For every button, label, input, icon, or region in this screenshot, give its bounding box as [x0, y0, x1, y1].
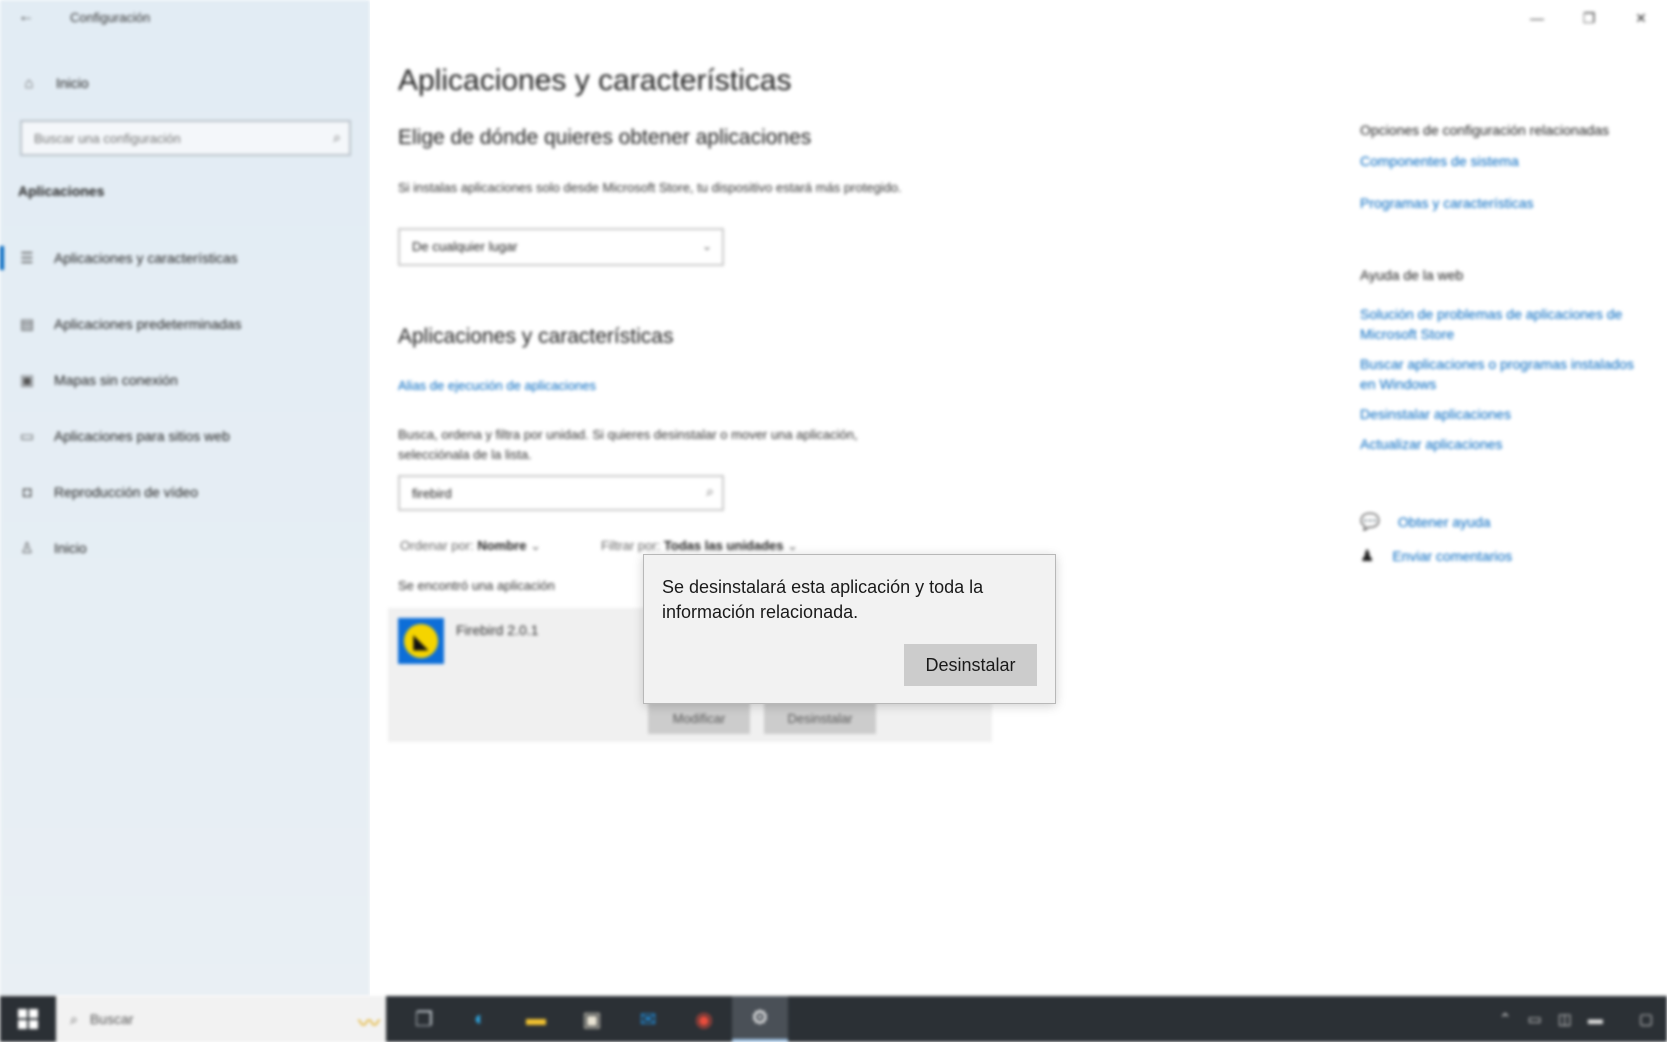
app-search-box[interactable]: ⌕	[398, 475, 724, 511]
app-search-input[interactable]	[400, 477, 680, 509]
app-source-value: De cualquier lugar	[412, 239, 518, 254]
sidebar-item-default-apps[interactable]: ▤ Aplicaciones predeterminadas	[0, 296, 370, 352]
taskbar-search-box[interactable]: ⌕ Buscar 〰	[56, 996, 386, 1042]
default-apps-icon: ▤	[19, 316, 35, 333]
video-icon: ◘	[22, 483, 32, 501]
chevron-down-icon: ⌄	[701, 239, 712, 253]
system-tray: ⌃ ▭ ◫ ▬ ▢	[1499, 996, 1667, 1042]
help-link-update[interactable]: Actualizar aplicaciones	[1360, 434, 1650, 454]
help-link-uninstall[interactable]: Desinstalar aplicaciones	[1360, 404, 1650, 424]
filter-dropdown[interactable]: Filtrar por: Todas las unidades ⌄	[601, 538, 798, 554]
send-feedback-link[interactable]: Enviar comentarios	[1392, 546, 1512, 566]
sidebar-item-label: Aplicaciones para sitios web	[54, 428, 230, 444]
app-name: Firebird 2.0.1	[456, 622, 539, 638]
close-button[interactable]: ✕	[1615, 0, 1667, 36]
mail-icon[interactable]: ✉	[620, 996, 676, 1042]
sidebar-item-label: Mapas sin conexión	[54, 372, 178, 388]
sort-filter-row: Ordenar por: Nombre ⌄ Filtrar por: Todas…	[400, 538, 798, 554]
settings-icon[interactable]: ⚙	[732, 996, 788, 1042]
firebird-app-icon: ◣	[398, 618, 444, 664]
settings-search-box[interactable]: ⌕	[20, 120, 351, 156]
get-help-row[interactable]: 💬 Obtener ayuda	[1360, 512, 1650, 532]
web-apps-icon: ▭	[19, 428, 35, 445]
settings-search-input[interactable]	[22, 122, 312, 154]
system-components-link[interactable]: Componentes de sistema	[1360, 151, 1650, 171]
home-icon: ⌂	[24, 74, 34, 92]
sidebar-item-label: Aplicaciones y características	[54, 250, 238, 266]
sidebar-section-title: Aplicaciones	[18, 183, 105, 199]
settings-sidebar: ← Configuración ⌂ Inicio ⌕ Aplicaciones …	[0, 0, 370, 996]
sidebar-item-web-apps[interactable]: ▭ Aplicaciones para sitios web	[0, 408, 370, 464]
notifications-icon[interactable]: ▢	[1639, 1010, 1653, 1028]
feedback-row[interactable]: ♟ Enviar comentarios	[1360, 546, 1650, 566]
window-controls: — ❐ ✕	[1511, 0, 1667, 36]
battery-icon[interactable]: ▬	[1588, 1011, 1603, 1028]
taskbar-search-placeholder: Buscar	[89, 1011, 134, 1027]
search-highlight-doodle-icon: 〰	[357, 1011, 380, 1036]
settings-main: — ❐ ✕ Aplicaciones y características Eli…	[370, 0, 1667, 996]
uninstall-confirmation-flyout: Se desinstalará esta aplicación y toda l…	[643, 554, 1056, 704]
related-settings-heading: Opciones de configuración relacionadas	[1360, 122, 1610, 138]
uninstall-button[interactable]: Desinstalar	[764, 702, 876, 734]
filter-description: Busca, ordena y filtra por unidad. Si qu…	[398, 427, 858, 462]
sidebar-home-label: Inicio	[56, 75, 89, 91]
chevron-up-icon[interactable]: ⌃	[1499, 1010, 1512, 1028]
startup-icon: ♙	[20, 540, 34, 557]
get-help-link[interactable]: Obtener ayuda	[1398, 512, 1491, 532]
sidebar-item-label: Reproducción de vídeo	[54, 484, 198, 500]
search-icon: ⌕	[706, 483, 714, 499]
uninstall-warning-message: Se desinstalará esta aplicación y toda l…	[662, 577, 984, 622]
sidebar-item-video[interactable]: ◘ Reproducción de vídeo	[0, 464, 370, 520]
sidebar-item-label: Inicio	[54, 540, 87, 556]
search-icon: ⌕	[70, 1010, 78, 1027]
feedback-icon: ♟	[1360, 548, 1375, 565]
window-title: Configuración	[70, 10, 151, 25]
sort-value: Nombre	[477, 538, 527, 553]
filter-value: Todas las unidades	[663, 538, 784, 553]
help-link-store-troubleshoot[interactable]: Solución de problemas de aplicaciones de…	[1360, 304, 1650, 344]
chrome-icon[interactable]: ◉	[676, 996, 732, 1042]
volume-icon[interactable]: ◫	[1558, 1010, 1572, 1028]
choose-source-heading: Elige de dónde quieres obtener aplicacio…	[398, 126, 812, 149]
help-link-find-apps[interactable]: Buscar aplicaciones o programas instalad…	[1360, 354, 1650, 394]
sort-label: Ordenar por:	[400, 538, 474, 553]
sidebar-item-label: Aplicaciones predeterminadas	[54, 316, 242, 332]
sort-dropdown[interactable]: Ordenar por: Nombre ⌄	[400, 538, 541, 554]
programs-features-link[interactable]: Programas y características	[1360, 193, 1650, 213]
map-icon: ▣	[19, 372, 35, 389]
sidebar-item-apps-features[interactable]: ☰ Aplicaciones y características	[0, 240, 370, 276]
choose-source-description: Si instalas aplicaciones solo desde Micr…	[398, 180, 902, 195]
page-title: Aplicaciones y características	[398, 64, 792, 97]
chat-help-icon: 💬	[1360, 514, 1380, 531]
search-icon: ⌕	[333, 129, 341, 145]
sidebar-nav-list: ☰ Aplicaciones y características ▤ Aplic…	[0, 240, 370, 576]
taskbar: ⌕ Buscar 〰 ❐ ◐ ▬ ▣ ✉ ◉ ⚙ ⌃ ▭ ◫ ▬ ▢	[0, 996, 1667, 1042]
related-settings-panel: Opciones de configuración relacionadas C…	[1360, 120, 1650, 566]
sidebar-item-startup[interactable]: ♙ Inicio	[0, 520, 370, 576]
file-explorer-icon[interactable]: ▬	[508, 996, 564, 1042]
app-source-dropdown[interactable]: De cualquier lugar ⌄	[398, 228, 724, 266]
web-help-heading: Ayuda de la web	[1360, 267, 1464, 283]
network-icon[interactable]: ▭	[1527, 1010, 1541, 1028]
apps-features-heading: Aplicaciones y características	[398, 325, 674, 348]
minimize-button[interactable]: —	[1511, 0, 1563, 36]
results-count: Se encontró una aplicación	[398, 578, 555, 593]
taskbar-pinned-apps: ❐ ◐ ▬ ▣ ✉ ◉ ⚙	[396, 996, 788, 1042]
edge-icon[interactable]: ◐	[452, 996, 508, 1042]
restore-button[interactable]: ❐	[1563, 0, 1615, 36]
modify-button[interactable]: Modificar	[648, 702, 750, 734]
confirm-uninstall-button[interactable]: Desinstalar	[904, 644, 1037, 686]
filter-label: Filtrar por:	[600, 538, 661, 553]
task-view-icon[interactable]: ❐	[396, 996, 452, 1042]
apps-list-icon: ☰	[20, 250, 34, 267]
windows-logo-icon	[18, 1009, 38, 1029]
back-arrow-icon[interactable]: ←	[18, 8, 38, 30]
sidebar-item-offline-maps[interactable]: ▣ Mapas sin conexión	[0, 352, 370, 408]
start-button[interactable]	[0, 996, 56, 1042]
sidebar-item-home[interactable]: ⌂ Inicio	[20, 74, 89, 92]
execution-alias-link[interactable]: Alias de ejecución de aplicaciones	[398, 378, 596, 393]
store-icon[interactable]: ▣	[564, 996, 620, 1042]
